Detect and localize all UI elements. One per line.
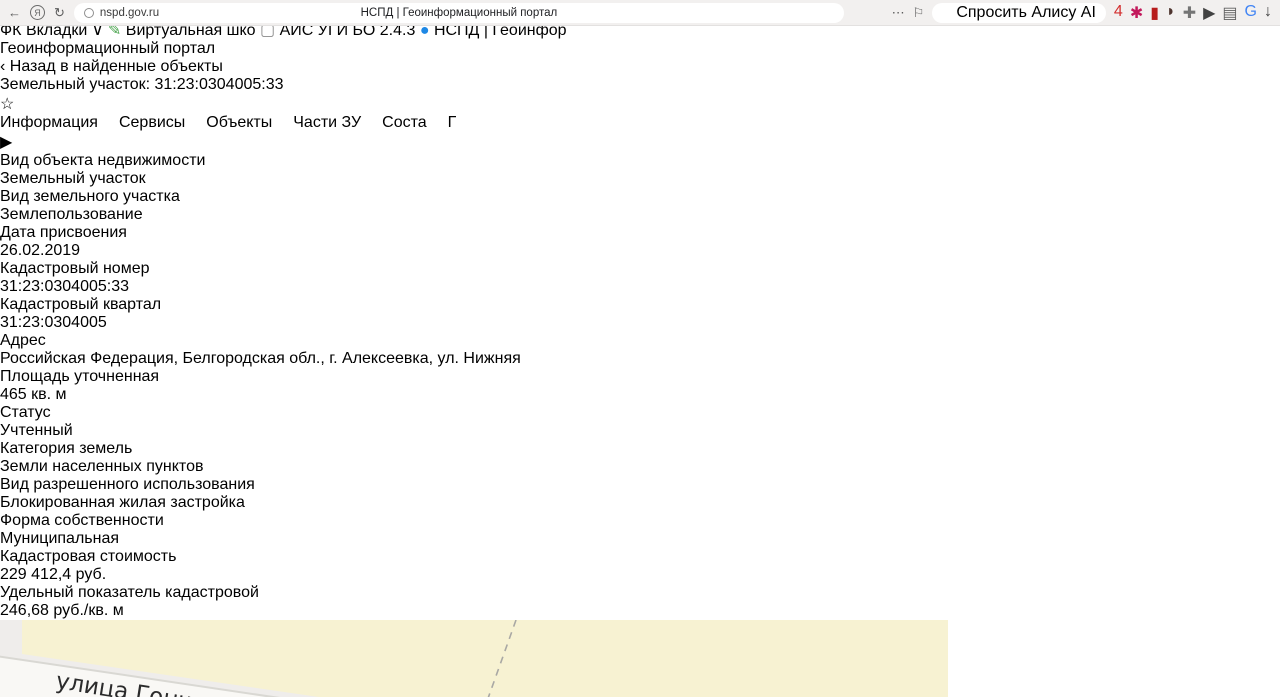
page-title: НСПД | Геоинформационный портал (360, 6, 558, 19)
flag-extension-icon[interactable]: ▮ (1150, 3, 1159, 23)
yandex-home-icon[interactable]: Я (30, 5, 45, 20)
field-row: Форма собственности Муниципальная (0, 512, 164, 547)
back-to-results-link[interactable]: ‹ Назад в найденные объекты (0, 58, 1280, 76)
chevron-left-icon: ‹ (0, 58, 6, 75)
screen: ← Я ↻ nspd.gov.ru НСПД | Геоинформационн… (0, 0, 1280, 697)
panel-header: Геоинформационный портал (0, 40, 1280, 58)
field-row: Адрес Российская Федерация, Белгородская… (0, 332, 521, 367)
browser-chrome: ← Я ↻ nspd.gov.ru НСПД | Геоинформационн… (0, 0, 1280, 26)
adguard-icon[interactable]: 4 (1114, 3, 1123, 23)
info-panel: Геоинформационный портал ‹ Назад в найде… (0, 40, 1280, 620)
alice-icon (936, 6, 950, 20)
rose-extension-icon[interactable]: ✱ (1130, 3, 1143, 23)
extensions-row: 4 ✱ ▮ ◗ ✚ ▶ ▤ G ↓ (1114, 3, 1272, 23)
field-row: Площадь уточненная 465 кв. м (0, 368, 160, 403)
back-icon[interactable]: ← (8, 6, 21, 19)
tabs-cards-icon[interactable]: ▤ (1222, 3, 1237, 23)
translate-icon[interactable]: G (1245, 3, 1257, 23)
field-row: Вид разрешенного использования Блокирова… (0, 476, 255, 511)
map-area: улица Гончаровка Нижняя улица циан ID 32… (0, 619, 1280, 697)
bookmark-flag-icon[interactable]: ⚐ (913, 6, 925, 19)
field-row: Дата присвоения 26.02.2019 (0, 224, 127, 259)
tabs-scroll-icon[interactable]: ▶ (0, 134, 12, 151)
field-row: Кадастровый номер 31:23:0304005:33 (0, 260, 150, 295)
video-play-icon[interactable]: ▶ (1203, 3, 1215, 23)
field-row: Кадастровая стоимость 229 412,4 руб. (0, 548, 177, 583)
download-icon[interactable]: ↓ (1264, 3, 1272, 23)
field-row: Вид земельного участка Землепользование (0, 188, 180, 223)
map-canvas[interactable]: улица Гончаровка Нижняя улица циан ID 32… (0, 619, 948, 697)
field-row: Категория земель Земли населенных пункто… (0, 440, 204, 475)
app-title: Геоинформационный портал (0, 40, 216, 57)
alice-button[interactable]: Спросить Алису AI (932, 2, 1106, 23)
more-icon[interactable]: ⋯ (892, 6, 905, 19)
field-row: Удельный показатель кадастровой 246,68 р… (0, 584, 259, 619)
panel-tabs: Информация Сервисы Объекты Части ЗУ Соста Г ▶ (0, 114, 457, 151)
parcel-title: Земельный участок: 31:23:0304005:33 (0, 76, 284, 93)
field-row: Статус Учтенный (0, 404, 73, 439)
favorite-star-icon[interactable]: ☆ (0, 94, 1280, 114)
dark-extension-icon[interactable]: ◗ (1166, 3, 1176, 23)
field-row: Вид объекта недвижимости Земельный участ… (0, 152, 206, 187)
field-row: Кадастровый квартал 31:23:0304005 (0, 296, 162, 331)
site-icon (83, 7, 94, 18)
refresh-icon[interactable]: ↻ (54, 6, 65, 19)
url-text[interactable]: nspd.gov.ru (100, 7, 159, 19)
address-bar[interactable]: nspd.gov.ru НСПД | Геоинформационный пор… (73, 2, 844, 23)
fields-list: Вид объекта недвижимости Земельный участ… (0, 152, 1280, 620)
chrome-right-cluster: ⋯ ⚐ Спросить Алису AI 4 ✱ ▮ ◗ ✚ ▶ ▤ G ↓ (892, 2, 1272, 23)
puzzle-extensions-icon[interactable]: ✚ (1183, 3, 1196, 23)
